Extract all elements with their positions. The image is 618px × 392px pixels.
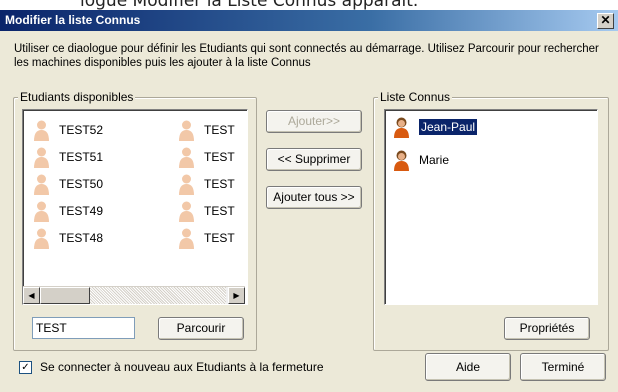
student-name: TEST48 [59,231,104,245]
person-icon [394,150,409,171]
search-input[interactable]: TEST [32,317,135,339]
available-students-group: Etudiants disponibles TEST52 TEST51 TEST… [13,90,257,351]
student-icon [34,201,49,222]
student-name: TEST52 [59,123,104,137]
scroll-left-button[interactable]: ◀ [23,287,40,304]
student-name: TEST [204,150,235,164]
list-item[interactable]: TEST50 [33,173,103,195]
known-person-name: Jean-Paul [417,118,479,136]
dialog-description: Utiliser ce diaologue pour définir les E… [14,43,599,69]
horizontal-scrollbar[interactable]: ◀ ▶ [23,286,245,304]
student-icon [179,120,194,141]
student-icon [179,228,194,249]
known-list-legend: Liste Connus [378,90,453,104]
add-button[interactable]: Ajouter>> [266,110,362,133]
student-name: TEST [204,231,235,245]
list-item[interactable]: TEST [178,173,235,195]
reconnect-checkbox[interactable]: ✓ [19,361,32,374]
page-caption: logue Modifier la Liste Connus apparaît. [0,0,618,10]
student-icon [34,120,49,141]
person-icon [394,117,409,138]
student-icon [179,147,194,168]
scroll-track[interactable] [90,287,226,304]
reconnect-label: Se connecter à nouveau aux Etudiants à l… [40,360,324,374]
student-name: TEST49 [59,204,104,218]
dialog-title: Modifier la liste Connus [5,13,141,27]
browse-button[interactable]: Parcourir [158,317,244,340]
student-name: TEST50 [59,177,104,191]
student-name: TEST [204,177,235,191]
available-students-list[interactable]: TEST52 TEST51 TEST50 TEST49 TEST48 TEST [22,109,248,305]
dialog-window: Modifier la liste Connus ✕ Utiliser ce d… [0,10,618,392]
list-item[interactable]: TEST52 [33,119,103,141]
scroll-thumb[interactable] [40,287,90,304]
add-all-button[interactable]: Ajouter tous >> [266,186,362,209]
student-name: TEST51 [59,150,104,164]
list-item[interactable]: TEST [178,227,235,249]
remove-button[interactable]: << Supprimer [266,148,362,171]
known-list-group: Liste Connus Jean-Paul Marie Propriétés [373,90,609,351]
list-item[interactable]: Jean-Paul [393,116,479,138]
known-person-name: Marie [419,153,450,167]
properties-button[interactable]: Propriétés [504,317,590,340]
available-students-legend: Etudiants disponibles [18,90,136,104]
list-item[interactable]: TEST49 [33,200,103,222]
page-caption-text: logue Modifier la Liste Connus apparaît. [80,0,419,10]
student-icon [179,201,194,222]
title-bar: Modifier la liste Connus ✕ [0,10,618,31]
scroll-right-button[interactable]: ▶ [228,287,245,304]
list-item[interactable]: TEST51 [33,146,103,168]
close-button[interactable]: ✕ [597,13,614,29]
known-list[interactable]: Jean-Paul Marie [384,109,598,305]
list-item[interactable]: Marie [393,149,449,171]
list-item[interactable]: TEST48 [33,227,103,249]
student-icon [34,147,49,168]
student-icon [34,174,49,195]
list-item[interactable]: TEST [178,146,235,168]
student-icon [179,174,194,195]
student-name: TEST [204,123,235,137]
student-name: TEST [204,204,235,218]
student-icon [34,228,49,249]
done-button[interactable]: Terminé [520,353,606,381]
list-item[interactable]: TEST [178,119,235,141]
list-item[interactable]: TEST [178,200,235,222]
help-button[interactable]: Aide [425,353,511,381]
